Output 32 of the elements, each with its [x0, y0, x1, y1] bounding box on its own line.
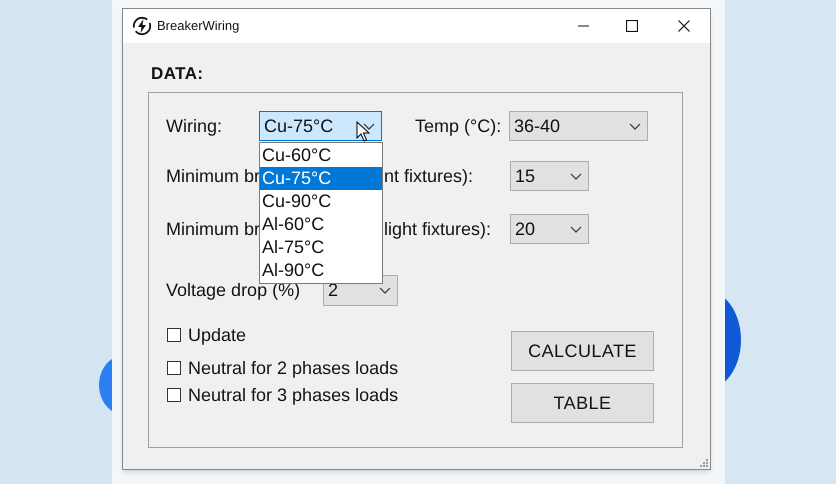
- field-label: Temp (°C):: [415, 114, 502, 138]
- field-label: Voltage drop (%): [166, 279, 302, 302]
- minimize-icon: [578, 25, 588, 27]
- window-title: BreakerWiring: [157, 17, 240, 36]
- dropdown-option[interactable]: Cu-75°C: [260, 167, 382, 190]
- number-dropdown[interactable]: 15: [510, 161, 589, 191]
- temperature-dropdown[interactable]: 36-40: [509, 111, 648, 141]
- field-label: nt fixtures):: [384, 164, 474, 188]
- lightning-bolt-icon: [132, 16, 152, 36]
- chevron-down-icon: [379, 287, 391, 294]
- field-label: light fixtures):: [384, 218, 492, 241]
- checkbox-label: Neutral for 2 phases loads: [188, 356, 398, 380]
- close-icon: [678, 20, 690, 32]
- resize-grip-icon: [699, 458, 709, 468]
- action-button[interactable]: TABLE: [511, 383, 654, 423]
- wiring-dropdown[interactable]: Cu-75°C: [259, 111, 382, 141]
- field-label: Minimum br: [166, 218, 260, 240]
- chevron-down-icon: [363, 122, 375, 130]
- chevron-down-icon: [570, 226, 582, 232]
- chevron-down-icon: [629, 122, 641, 130]
- checkbox-label: Neutral for 3 phases loads: [188, 384, 398, 407]
- checkbox-label: Update: [188, 324, 246, 347]
- action-button[interactable]: CALCULATE: [511, 331, 654, 371]
- checkbox[interactable]: [167, 388, 181, 402]
- field-label: Wiring:: [166, 114, 224, 138]
- field-label: Minimum br: [166, 164, 260, 188]
- number-dropdown[interactable]: 20: [510, 214, 589, 244]
- checkbox[interactable]: [167, 328, 181, 342]
- chevron-down-icon: [570, 172, 582, 180]
- group-title: DATA:: [151, 64, 204, 83]
- maximize-icon: [626, 20, 638, 32]
- checkbox[interactable]: [167, 361, 181, 375]
